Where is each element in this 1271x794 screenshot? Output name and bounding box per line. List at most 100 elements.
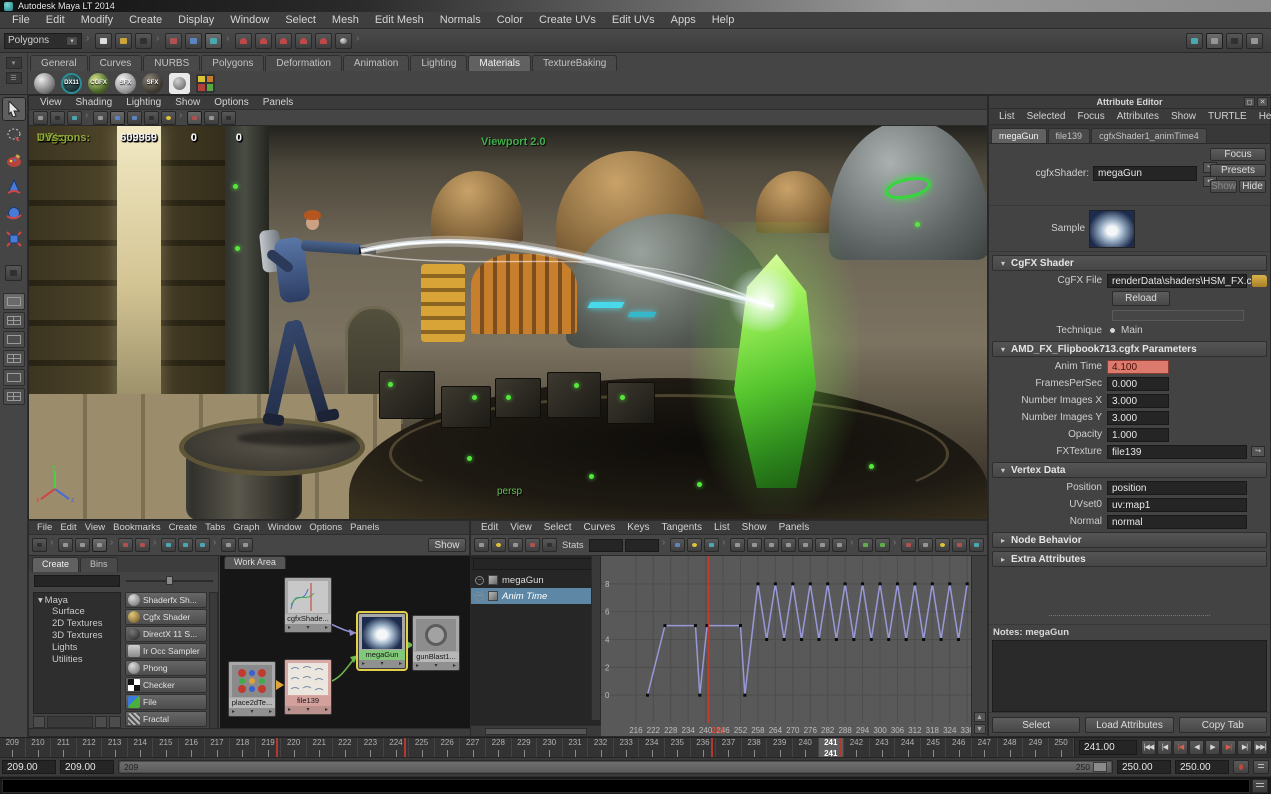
outliner-row[interactable]: − megaGun <box>471 572 600 588</box>
hypershade-menu-item[interactable]: Edit <box>56 522 80 533</box>
previous-graph-icon[interactable] <box>221 538 236 552</box>
time-slider-frame[interactable]: 242 <box>844 738 870 758</box>
playback-button[interactable]: ▶| <box>1237 740 1252 755</box>
snap-to-grid-icon[interactable] <box>235 32 252 49</box>
attribute-editor-menu-item[interactable]: Help <box>1253 111 1271 122</box>
script-editor-icon[interactable] <box>1252 778 1268 793</box>
hypershade-scrollbar[interactable] <box>29 728 471 736</box>
create-node-button[interactable]: Checker <box>125 677 207 693</box>
blinn-material-icon[interactable] <box>34 72 55 94</box>
work-area-tab[interactable]: Work Area <box>224 556 286 569</box>
time-slider-frame[interactable]: 215 <box>153 738 180 758</box>
attribute-editor-menu-item[interactable]: Show <box>1165 111 1202 122</box>
time-slider-frame[interactable]: 210 <box>26 738 52 758</box>
move-keys-icon[interactable] <box>474 538 489 552</box>
menu-item[interactable]: Window <box>222 14 277 26</box>
time-slider-frame[interactable]: 213 <box>102 738 128 758</box>
open-scene-icon[interactable] <box>115 32 132 49</box>
plateau-tangents-icon[interactable] <box>832 538 847 552</box>
dx11-shader-icon[interactable]: DX11 <box>61 72 82 94</box>
menu-item[interactable]: Modify <box>73 14 121 26</box>
persp-uv-layout-button[interactable] <box>2 388 25 405</box>
select-by-object-icon[interactable] <box>185 32 202 49</box>
last-tool-icon[interactable] <box>5 265 22 281</box>
viewport-menu-item[interactable]: Show <box>168 97 207 108</box>
time-slider-ruler[interactable]: 209 210 211 212 213 214 215 216 217 218 219 220 221 2… <box>0 738 1076 758</box>
new-scene-icon[interactable] <box>95 32 112 49</box>
hypershade-persp-layout-button[interactable] <box>2 369 25 386</box>
create-node-button[interactable]: Phong <box>125 660 207 676</box>
shelf-tab[interactable]: Polygons <box>201 55 265 71</box>
tree-item[interactable]: Surface <box>34 606 120 618</box>
time-slider-frame[interactable]: 229 <box>512 738 538 758</box>
spline-tangents-icon[interactable] <box>747 538 762 552</box>
buffer-curve-snapshot-icon[interactable] <box>858 538 873 552</box>
select-camera-icon[interactable] <box>33 110 48 125</box>
make-live-icon[interactable] <box>335 32 352 49</box>
move-tool-button[interactable] <box>2 175 26 199</box>
attribute-tab[interactable]: cgfxShader1_animTime4 <box>1091 128 1207 143</box>
fxtexture-input[interactable]: file139 <box>1107 444 1247 459</box>
shelf-menu-icon[interactable]: ☰ <box>5 72 22 84</box>
outliner-filter-input[interactable] <box>473 558 598 570</box>
menu-item[interactable]: Help <box>704 14 743 26</box>
clamped-tangents-icon[interactable] <box>764 538 779 552</box>
unify-tangents-icon[interactable] <box>918 538 933 552</box>
playback-button[interactable]: |◀ <box>1173 740 1188 755</box>
flat-tangents-icon[interactable] <box>798 538 813 552</box>
snap-to-view-plane-icon[interactable] <box>315 32 332 49</box>
create-pane-tab[interactable]: Create <box>32 557 80 572</box>
node-gunblast[interactable]: gunBlast1... ▸ ▾ ▸ <box>412 615 460 671</box>
time-slider-frame[interactable]: 226 <box>435 738 461 758</box>
playback-range-bar[interactable]: 209 250 <box>118 760 1113 774</box>
auto-keyframe-icon[interactable] <box>1233 760 1249 774</box>
menu-item[interactable]: Mesh <box>324 14 367 26</box>
shelf-tab-arrow-icon[interactable]: ▾ <box>5 57 22 69</box>
time-slider-frame[interactable]: 245 <box>921 738 947 758</box>
playback-button[interactable]: ▶▶| <box>1253 740 1268 755</box>
shaderfx-dark-icon[interactable]: SFX <box>142 72 163 94</box>
step-tangents-icon[interactable] <box>815 538 830 552</box>
menu-item[interactable]: File <box>4 14 38 26</box>
node-place2dtexture[interactable]: place2dTe... ▸ ▾ ▸ <box>228 661 276 717</box>
show-bottom-tabs-icon[interactable] <box>75 538 90 552</box>
shelf-tab[interactable]: NURBS <box>143 55 201 71</box>
grid-toggle-icon[interactable] <box>93 110 108 125</box>
tree-item[interactable]: Lights <box>34 642 120 654</box>
playback-button[interactable]: ◀ <box>1189 740 1204 755</box>
region-keys-icon[interactable] <box>525 538 540 552</box>
playback-button[interactable]: |◀ <box>1157 740 1172 755</box>
wireframe-shading-icon[interactable] <box>110 110 125 125</box>
menu-item[interactable]: Display <box>170 14 222 26</box>
toggle-create-bar-icon[interactable] <box>32 538 47 552</box>
texture-connection-icon[interactable]: ↪ <box>1251 446 1265 457</box>
tree-item[interactable]: 3D Textures <box>34 630 120 642</box>
create-node-button[interactable]: Fractal <box>125 711 207 727</box>
graph-editor-menu-item[interactable]: Show <box>736 522 773 533</box>
vertex-data-input[interactable]: uv:map1 <box>1107 497 1247 512</box>
animation-curve-chart[interactable]: 216 222 228 234 240 246 252 258 264 270 276 282 288 2… <box>601 556 973 736</box>
hypershade-menu-item[interactable]: Bookmarks <box>109 522 165 533</box>
persp-outliner-layout-button[interactable] <box>2 331 25 348</box>
playback-button[interactable]: |◀◀ <box>1141 740 1156 755</box>
viewport-menu-item[interactable]: Panels <box>256 97 301 108</box>
viewport-3d-scene[interactable]: Verts: 486754 0 0 Edges: 931310 0 0 Polygons: 4… <box>29 126 987 519</box>
time-slider-frame[interactable]: 248 <box>998 738 1024 758</box>
show-button[interactable]: Show <box>1210 180 1237 193</box>
parameter-value-input[interactable]: 0.000 <box>1107 376 1169 391</box>
playback-start-input[interactable]: 209.00 <box>60 760 114 774</box>
attribute-editor-menu-item[interactable]: Focus <box>1071 111 1110 122</box>
attribute-editor-menu-item[interactable]: List <box>993 111 1021 122</box>
animation-preferences-icon[interactable] <box>1253 760 1269 774</box>
hypershade-menu-item[interactable]: Options <box>305 522 346 533</box>
hypershade-menu-item[interactable]: Window <box>264 522 306 533</box>
select-by-component-icon[interactable] <box>205 32 222 49</box>
parameter-value-input[interactable]: 4.100 <box>1107 359 1169 374</box>
time-slider-frame[interactable]: 231 <box>563 738 589 758</box>
attribute-editor-menu-item[interactable]: TURTLE <box>1202 111 1253 122</box>
show-top-bottom-tabs-icon[interactable] <box>92 538 107 552</box>
free-tangent-weight-icon[interactable] <box>935 538 950 552</box>
parameter-value-input[interactable]: 3.000 <box>1107 410 1169 425</box>
single-pane-layout-button[interactable] <box>2 293 25 310</box>
parameter-value-input[interactable]: 1.000 <box>1107 427 1169 442</box>
